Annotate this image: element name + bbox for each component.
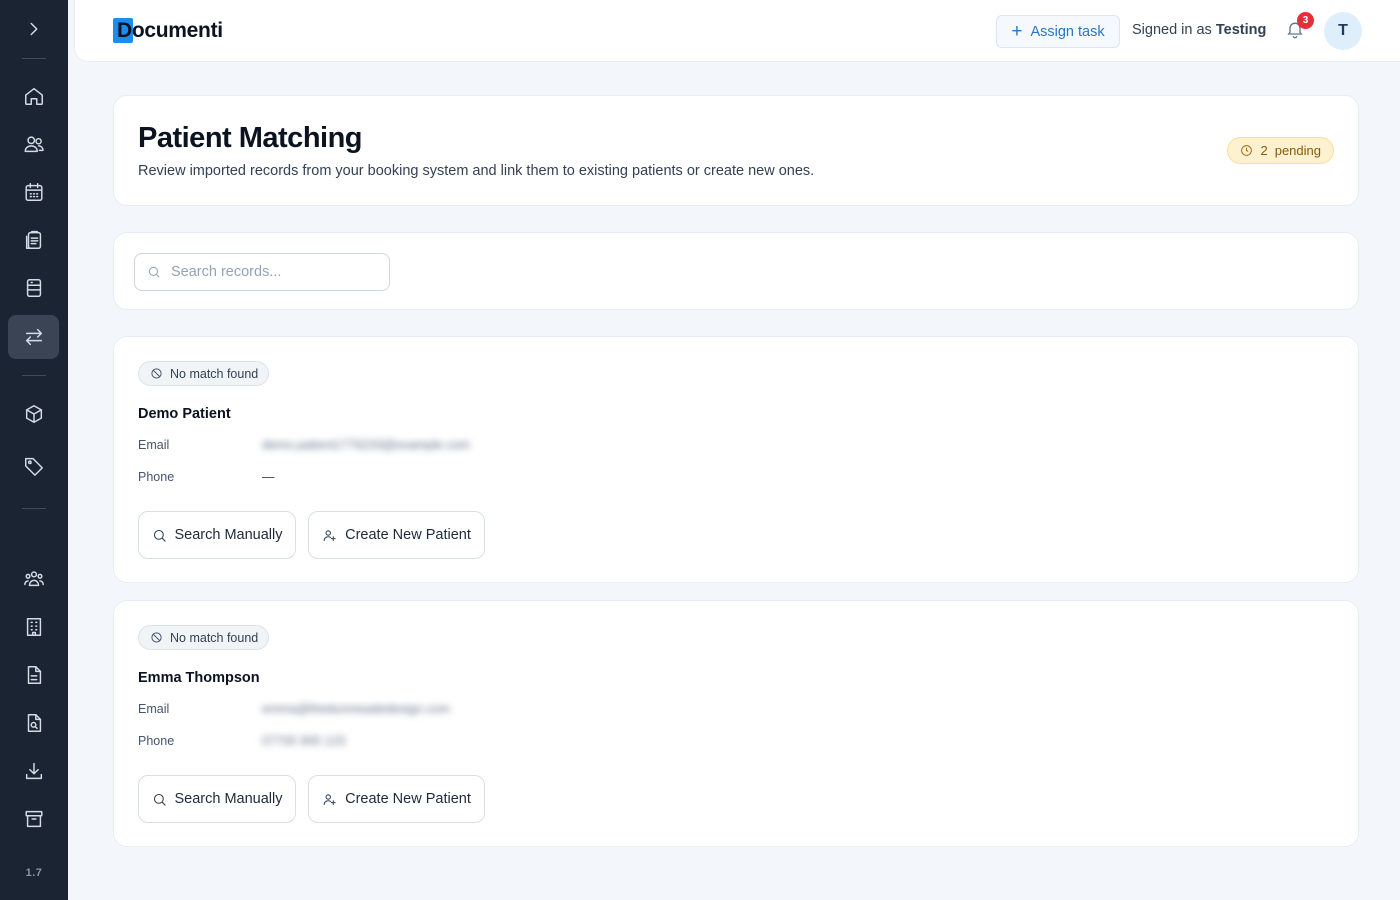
create-new-patient-button[interactable]: Create New Patient xyxy=(308,511,485,559)
user-plus-icon xyxy=(323,529,336,541)
page-header-card: Patient Matching Review imported records… xyxy=(113,95,1359,206)
record-card: No match found Emma Thompson Email emma@… xyxy=(113,600,1359,847)
sidebar-item-patients[interactable] xyxy=(8,122,59,166)
sidebar-item-document-search[interactable] xyxy=(8,701,59,745)
search-icon xyxy=(153,529,166,542)
expand-sidebar-button[interactable] xyxy=(8,7,59,51)
plus-icon: + xyxy=(1011,21,1023,42)
app-version: 1.7 xyxy=(25,867,43,879)
sidebar-item-downloads[interactable] xyxy=(8,749,59,793)
form-icon xyxy=(26,279,41,297)
archive-icon xyxy=(24,810,43,828)
sidebar-item-tags[interactable] xyxy=(8,444,59,488)
sidebar: 1.7 xyxy=(0,0,68,900)
record-card: No match found Demo Patient Email demo.p… xyxy=(113,336,1359,583)
sidebar-item-organization[interactable] xyxy=(8,605,59,649)
phone-label: Phone xyxy=(138,734,175,748)
sidebar-item-patient-matching[interactable] xyxy=(8,315,59,359)
sidebar-item-archive[interactable] xyxy=(8,797,59,841)
match-status-label: No match found xyxy=(170,630,259,645)
document-search-icon xyxy=(27,714,41,732)
signed-in-prefix: Signed in as xyxy=(1132,22,1212,38)
record-name: Demo Patient xyxy=(138,406,231,422)
search-records-box xyxy=(134,253,390,291)
clock-icon xyxy=(1241,145,1253,156)
sidebar-item-products[interactable] xyxy=(8,392,59,436)
sidebar-divider xyxy=(22,508,46,509)
clipboard-icon xyxy=(25,230,41,249)
page-title: Patient Matching xyxy=(138,122,363,154)
phone-label: Phone xyxy=(138,470,175,484)
search-manually-button[interactable]: Search Manually xyxy=(138,511,296,559)
sidebar-divider xyxy=(22,375,46,376)
record-name: Emma Thompson xyxy=(138,670,260,686)
ban-icon xyxy=(151,368,162,379)
email-label: Email xyxy=(138,702,170,716)
user-avatar[interactable]: T xyxy=(1324,12,1362,50)
sidebar-divider xyxy=(22,58,46,59)
home-icon xyxy=(24,87,43,105)
phone-value: — xyxy=(262,470,275,484)
top-header: Documenti + Assign task Signed in as Tes… xyxy=(74,0,1400,62)
chevron-right-icon xyxy=(30,22,37,36)
search-icon xyxy=(153,793,166,806)
user-plus-icon xyxy=(323,793,336,805)
sidebar-item-forms[interactable] xyxy=(8,266,59,310)
document-icon xyxy=(27,666,41,684)
signed-in-user: Testing xyxy=(1215,22,1267,38)
assign-task-button[interactable]: + Assign task xyxy=(996,15,1120,48)
create-new-patient-button[interactable]: Create New Patient xyxy=(308,775,485,823)
pending-label: pending xyxy=(1274,143,1321,158)
sidebar-item-team[interactable] xyxy=(8,557,59,601)
search-manually-label: Search Manually xyxy=(174,791,283,807)
transfer-icon xyxy=(25,328,42,346)
page-subtitle: Review imported records from your bookin… xyxy=(138,163,815,179)
create-new-patient-label: Create New Patient xyxy=(345,527,471,543)
phone-value: 07700 900 123 xyxy=(262,734,346,748)
email-value: emma@thedunmeadedesign.com xyxy=(262,702,450,716)
sidebar-item-calendar[interactable] xyxy=(8,170,59,214)
match-status-label: No match found xyxy=(170,366,259,381)
search-icon xyxy=(148,266,160,278)
team-icon xyxy=(23,571,44,587)
pending-badge: 2 pending xyxy=(1227,137,1334,164)
app-logo[interactable]: Documenti xyxy=(113,18,223,44)
match-status-badge: No match found xyxy=(138,625,270,650)
search-manually-button[interactable]: Search Manually xyxy=(138,775,296,823)
match-status-badge: No match found xyxy=(138,361,270,386)
users-icon xyxy=(24,136,44,153)
notification-count-badge: 3 xyxy=(1297,12,1314,29)
notifications-button[interactable]: 3 xyxy=(1285,12,1314,43)
building-icon xyxy=(26,618,41,636)
email-value: demo.patient1776233@example.com xyxy=(262,438,470,452)
tag-icon xyxy=(24,457,43,476)
search-card xyxy=(113,232,1359,310)
sidebar-item-documents[interactable] xyxy=(8,653,59,697)
search-records-input[interactable] xyxy=(171,264,371,280)
calendar-icon xyxy=(24,183,43,201)
sidebar-item-home[interactable] xyxy=(8,74,59,118)
logo-text: Documenti xyxy=(117,19,223,42)
box-icon xyxy=(25,405,42,423)
assign-task-label: Assign task xyxy=(1030,23,1105,40)
email-label: Email xyxy=(138,438,170,452)
pending-count: 2 xyxy=(1260,143,1268,158)
sidebar-item-clipboard[interactable] xyxy=(8,218,59,262)
ban-icon xyxy=(151,632,162,643)
download-icon xyxy=(25,762,42,780)
signed-in-text: Signed in as Testing xyxy=(1132,22,1266,38)
search-manually-label: Search Manually xyxy=(174,527,283,543)
create-new-patient-label: Create New Patient xyxy=(345,791,471,807)
